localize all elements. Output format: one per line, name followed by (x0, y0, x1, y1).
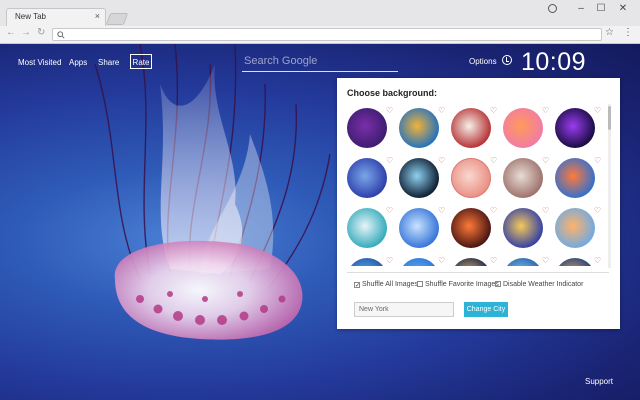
maximize-icon[interactable]: ☐ (594, 3, 608, 14)
checkbox-box[interactable]: ✓ (354, 282, 360, 289)
favorite-heart-icon[interactable]: ♡ (594, 107, 601, 115)
forward-icon[interactable]: → (21, 27, 31, 38)
panel-title: Choose background: (347, 88, 438, 98)
favorite-heart-icon[interactable]: ♡ (438, 207, 445, 215)
favorite-heart-icon[interactable]: ♡ (490, 107, 497, 115)
minimize-icon[interactable]: – (574, 3, 588, 14)
background-thumbnail[interactable] (347, 108, 387, 148)
new-tab-button[interactable] (105, 13, 129, 25)
search-input[interactable] (242, 54, 396, 68)
thumbnail-scrollbar[interactable] (608, 104, 611, 268)
favorite-heart-icon[interactable]: ♡ (594, 207, 601, 215)
search-box (242, 52, 398, 72)
tab-title: New Tab (15, 12, 46, 21)
favorite-heart-icon[interactable]: ♡ (542, 107, 549, 115)
background-thumbnail[interactable] (399, 208, 439, 248)
background-thumbnail[interactable] (347, 258, 387, 266)
favorite-heart-icon[interactable]: ♡ (438, 107, 445, 115)
favorite-heart-icon[interactable]: ♡ (594, 257, 601, 265)
search-icon (57, 31, 65, 39)
favorite-heart-icon[interactable]: ♡ (386, 157, 393, 165)
city-input[interactable] (354, 302, 454, 317)
background-thumbnail[interactable] (347, 158, 387, 198)
rate-button[interactable]: Rate (130, 54, 152, 69)
browser-menu-icon[interactable]: ⋮ (623, 27, 633, 38)
browser-toolbar: ← → ↻ ☆ ⋮ (0, 26, 640, 44)
shuffle-favorites-checkbox[interactable]: Shuffle Favorite Images (417, 281, 499, 288)
checkbox-label: Shuffle All Images (362, 281, 418, 288)
checkbox-box[interactable] (495, 281, 501, 287)
reload-icon[interactable]: ↻ (37, 27, 45, 38)
background-thumbnail[interactable] (451, 108, 491, 148)
back-icon[interactable]: ← (6, 27, 16, 38)
favorite-heart-icon[interactable]: ♡ (490, 157, 497, 165)
background-thumbnail[interactable] (555, 258, 595, 266)
most-visited-link[interactable]: Most Visited (18, 58, 61, 67)
profile-icon[interactable] (548, 4, 557, 13)
disable-weather-checkbox[interactable]: Disable Weather Indicator (495, 281, 583, 288)
options-link[interactable]: Options (469, 57, 497, 66)
tab-new-tab[interactable]: New Tab × (6, 8, 106, 26)
background-thumbnail[interactable] (399, 108, 439, 148)
clock-time: 10:09 (521, 48, 587, 76)
close-window-icon[interactable]: ✕ (616, 3, 630, 14)
favorite-heart-icon[interactable]: ♡ (438, 257, 445, 265)
apps-link[interactable]: Apps (69, 58, 87, 67)
checkbox-label: Disable Weather Indicator (503, 281, 584, 288)
checkbox-box[interactable] (417, 281, 423, 287)
panel-divider (347, 272, 609, 273)
background-thumbnail[interactable] (503, 108, 543, 148)
favorite-heart-icon[interactable]: ♡ (542, 157, 549, 165)
background-thumbnail[interactable] (555, 208, 595, 248)
favorite-heart-icon[interactable]: ♡ (542, 207, 549, 215)
change-city-button[interactable]: Change City (464, 302, 508, 317)
background-thumbnail[interactable] (503, 158, 543, 198)
title-bar: New Tab × – ☐ ✕ (0, 0, 640, 26)
background-thumbnail[interactable] (503, 258, 543, 266)
background-thumbnail[interactable] (503, 208, 543, 248)
tab-close-icon[interactable]: × (95, 11, 100, 21)
share-link[interactable]: Share (98, 58, 119, 67)
background-thumbnail[interactable] (555, 158, 595, 198)
background-thumbnail[interactable] (347, 208, 387, 248)
background-thumbnail[interactable] (451, 158, 491, 198)
new-tab-page: Most Visited Apps Share Rate Options 10:… (0, 44, 640, 400)
address-bar[interactable] (52, 28, 602, 41)
background-thumbnail-grid: ♡ ♡ ♡ ♡ ♡ ♡ ♡ ♡ ♡ ♡ ♡ ♡ ♡ ♡ ♡ ♡ ♡ ♡ ♡ ♡ (337, 106, 609, 266)
favorite-heart-icon[interactable]: ♡ (542, 257, 549, 265)
favorite-heart-icon[interactable]: ♡ (386, 107, 393, 115)
clock-icon[interactable] (502, 55, 512, 65)
favorite-heart-icon[interactable]: ♡ (386, 207, 393, 215)
shuffle-all-checkbox[interactable]: ✓ Shuffle All Images (354, 281, 418, 289)
background-thumbnail[interactable] (451, 208, 491, 248)
favorite-heart-icon[interactable]: ♡ (490, 207, 497, 215)
favorite-heart-icon[interactable]: ♡ (490, 257, 497, 265)
checkbox-label: Shuffle Favorite Images (425, 281, 499, 288)
favorite-heart-icon[interactable]: ♡ (438, 157, 445, 165)
background-thumbnail[interactable] (399, 158, 439, 198)
background-thumbnail[interactable] (555, 108, 595, 148)
background-thumbnail[interactable] (451, 258, 491, 266)
favorite-heart-icon[interactable]: ♡ (386, 257, 393, 265)
background-chooser-panel: Choose background: ♡ ♡ ♡ ♡ ♡ ♡ ♡ ♡ ♡ ♡ ♡ ♡ ♡ ♡ ♡ ♡ ♡ ♡ ♡ ♡ … (337, 78, 620, 329)
favorite-heart-icon[interactable]: ♡ (594, 157, 601, 165)
bookmark-star-icon[interactable]: ☆ (605, 27, 614, 38)
browser-window: New Tab × – ☐ ✕ ← → ↻ ☆ ⋮ Most Visited A… (0, 0, 640, 400)
support-link[interactable]: Support (585, 377, 613, 386)
background-thumbnail[interactable] (399, 258, 439, 266)
scrollbar-thumb[interactable] (608, 106, 611, 130)
